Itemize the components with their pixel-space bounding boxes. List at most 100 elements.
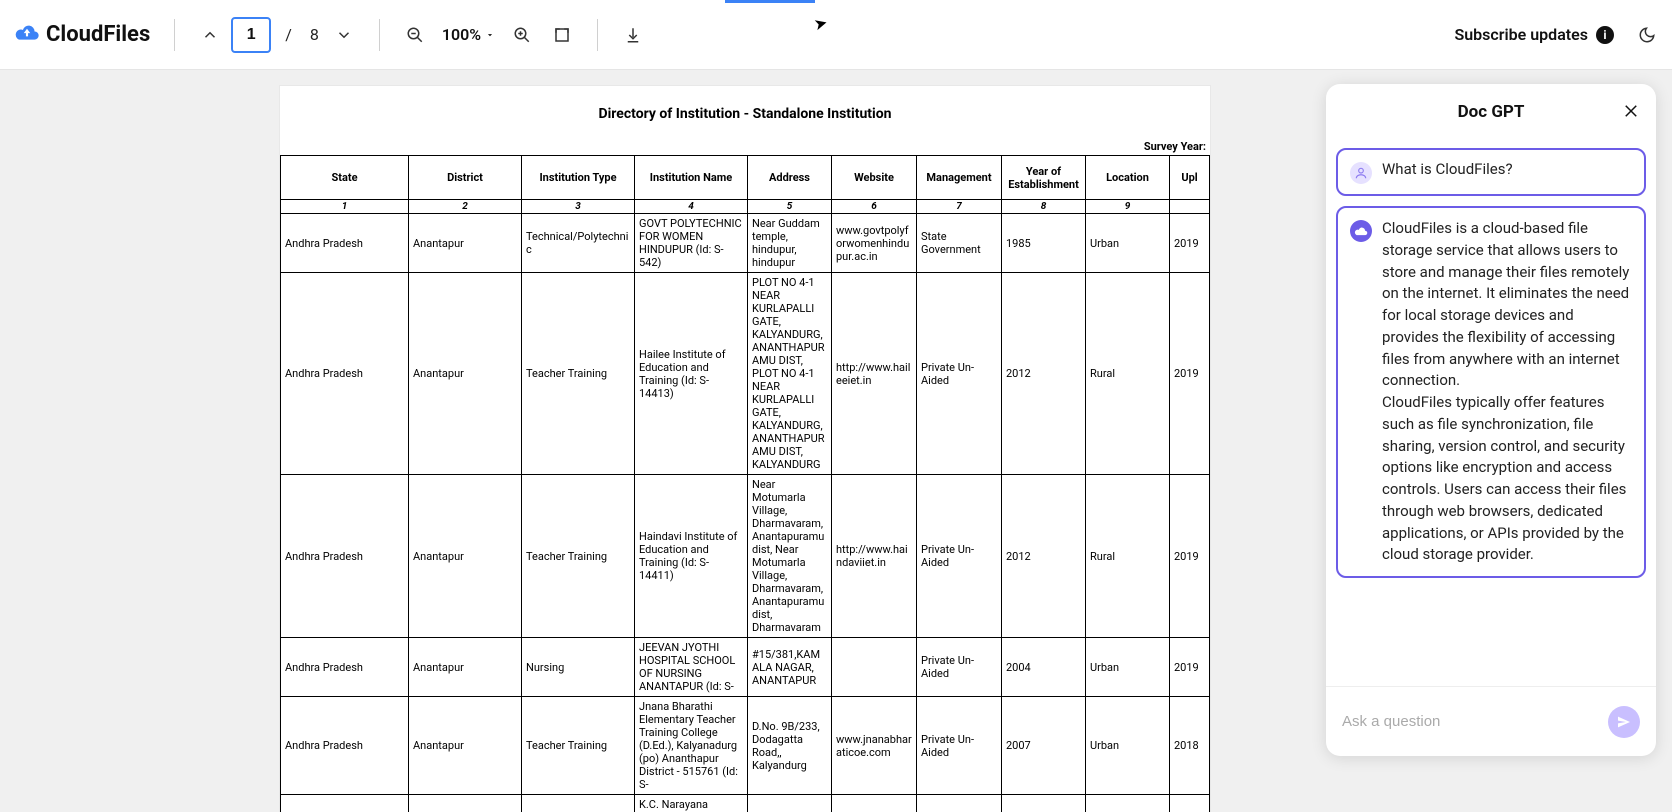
cell-type: Nursing (522, 638, 635, 697)
subscribe-updates-button[interactable]: Subscribe updates i (1454, 25, 1614, 44)
cell-year: 2012 (1002, 475, 1086, 638)
chat-input[interactable] (1342, 713, 1598, 730)
doc-gpt-panel: Doc GPT What is CloudFiles? CloudFiles i… (1326, 84, 1656, 756)
cell-upl: 2018 (1170, 697, 1210, 795)
page-total: 8 (310, 25, 319, 44)
cell-type: Teacher Training (522, 475, 635, 638)
col-address: Address (748, 156, 832, 200)
col-mgmt: Management (917, 156, 1002, 200)
zoom-value: 100% (442, 25, 481, 44)
col-name: Institution Name (635, 156, 748, 200)
download-button[interactable] (622, 24, 644, 46)
cell-state: Andhra Pradesh (281, 697, 409, 795)
cell-website: www.jnanabharaticoe.com (832, 697, 917, 795)
cell-name: GOVT POLYTECHNIC FOR WOMEN HINDUPUR (Id:… (635, 214, 748, 273)
table-row: Andhra PradeshAnantapurNursingJEEVAN JYO… (281, 638, 1210, 697)
zoom-in-button[interactable] (511, 24, 533, 46)
fit-page-button[interactable] (551, 24, 573, 46)
dark-mode-toggle[interactable] (1636, 24, 1658, 46)
cell-year: 1985 (1002, 214, 1086, 273)
chat-user-message: What is CloudFiles? (1336, 148, 1646, 196)
toolbar: CloudFiles / 8 100% Subscribe updates i (0, 0, 1672, 70)
cell-district: Anantapur (409, 273, 522, 475)
table-row: Andhra PradeshAnantapurTechnical/Polytec… (281, 214, 1210, 273)
col-upl: Upl (1170, 156, 1210, 200)
table-row: K.C. Narayana Teachers Training (281, 795, 1210, 812)
send-button[interactable] (1608, 706, 1640, 738)
chat-title: Doc GPT (1458, 102, 1525, 122)
separator (174, 19, 175, 51)
cell-website: http://www.haileeiet.in (832, 273, 917, 475)
cell-state: Andhra Pradesh (281, 214, 409, 273)
cell-website: www.govtpolyforwomenhindupur.ac.in (832, 214, 917, 273)
col-type: Institution Type (522, 156, 635, 200)
survey-year-label: Survey Year: (280, 140, 1210, 153)
close-icon[interactable] (1622, 102, 1640, 125)
subscribe-label: Subscribe updates (1454, 25, 1588, 44)
cell-state: Andhra Pradesh (281, 638, 409, 697)
col-district: District (409, 156, 522, 200)
cell-year: 2004 (1002, 638, 1086, 697)
cell-address: Near Guddam temple, hindupur, hindupur (748, 214, 832, 273)
zoom-out-button[interactable] (404, 24, 426, 46)
cell-address: PLOT NO 4-1 NEAR KURLAPALLI GATE, KALYAN… (748, 273, 832, 475)
brand-logo[interactable]: CloudFiles (14, 22, 150, 48)
cell-district: Anantapur (409, 214, 522, 273)
cell-mgmt: Private Un-Aided (917, 273, 1002, 475)
loading-bar (725, 0, 815, 3)
cell-address: #15/381,KAMALA NAGAR, ANANTAPUR (748, 638, 832, 697)
zoom-dropdown[interactable]: 100% (436, 25, 501, 44)
cell-name: Hailee Institute of Education and Traini… (635, 273, 748, 475)
cell-type (522, 795, 635, 812)
cell-state: Andhra Pradesh (281, 273, 409, 475)
cell-district: Anantapur (409, 638, 522, 697)
cell-district: Anantapur (409, 697, 522, 795)
cell-name: Haindavi Institute of Education and Trai… (635, 475, 748, 638)
cell-upl (1170, 795, 1210, 812)
cell-mgmt (917, 795, 1002, 812)
cell-type: Teacher Training (522, 697, 635, 795)
cell-loc: Urban (1086, 638, 1170, 697)
cell-type: Teacher Training (522, 273, 635, 475)
chat-header: Doc GPT (1326, 84, 1656, 140)
cell-mgmt: Private Un-Aided (917, 475, 1002, 638)
table-row: Andhra PradeshAnantapurTeacher TrainingH… (281, 273, 1210, 475)
prev-page-button[interactable] (199, 24, 221, 46)
cell-loc: Rural (1086, 475, 1170, 638)
cell-year: 2007 (1002, 697, 1086, 795)
table-row: Andhra PradeshAnantapurTeacher TrainingH… (281, 475, 1210, 638)
document-title: Directory of Institution - Standalone In… (280, 106, 1210, 122)
cell-state: Andhra Pradesh (281, 475, 409, 638)
col-location: Location (1086, 156, 1170, 200)
chat-user-text: What is CloudFiles? (1382, 160, 1513, 178)
cell-mgmt: State Government (917, 214, 1002, 273)
cell-district: Anantapur (409, 475, 522, 638)
chat-input-row (1326, 686, 1656, 756)
cell-mgmt: Private Un-Aided (917, 638, 1002, 697)
cell-address: D.No. 9B/233, Dodagatta Road,, Kalyandur… (748, 697, 832, 795)
chat-bot-message: CloudFiles is a cloud-based file storage… (1336, 206, 1646, 578)
cell-year (1002, 795, 1086, 812)
page-separator: / (285, 25, 292, 44)
cell-upl: 2019 (1170, 638, 1210, 697)
table-index-row: 1 2 3 4 5 6 7 8 9 (281, 200, 1210, 214)
info-icon: i (1596, 26, 1614, 44)
separator (379, 19, 380, 51)
bot-avatar-icon (1350, 220, 1372, 242)
cell-upl: 2019 (1170, 214, 1210, 273)
cloud-icon (14, 22, 40, 48)
cell-address: Near Motumarla Village, Dharmavaram, Ana… (748, 475, 832, 638)
user-avatar-icon (1350, 162, 1372, 184)
page-input[interactable] (231, 17, 271, 53)
table-header-row: State District Institution Type Institut… (281, 156, 1210, 200)
table-row: Andhra PradeshAnantapurTeacher TrainingJ… (281, 697, 1210, 795)
col-year: Year of Establishment (1002, 156, 1086, 200)
col-website: Website (832, 156, 917, 200)
cell-mgmt: Private Un-Aided (917, 697, 1002, 795)
next-page-button[interactable] (333, 24, 355, 46)
cell-loc: Urban (1086, 697, 1170, 795)
cell-loc (1086, 795, 1170, 812)
cell-district (409, 795, 522, 812)
cell-website: http://www.haindaviiet.in (832, 475, 917, 638)
cell-name: JEEVAN JYOTHI HOSPITAL SCHOOL OF NURSING… (635, 638, 748, 697)
